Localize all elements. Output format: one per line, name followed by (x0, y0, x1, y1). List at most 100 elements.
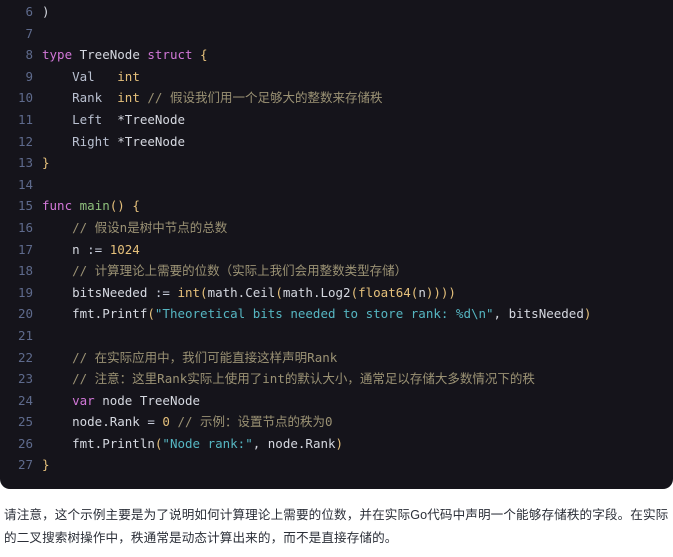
code-line: 9 Val int (0, 66, 673, 88)
code-line: 8 type TreeNode struct { (0, 44, 673, 66)
token-com: // 在实际应用中，我们可能直接这样声明Rank (42, 349, 338, 365)
line-number: 24 (17, 392, 33, 408)
token-punc: )))) (425, 284, 456, 300)
code-line-text: // 假设n是树中节点的总数 (33, 217, 227, 239)
code-line-text: n := 1024 (33, 239, 140, 261)
token-plain: *TreeNode (117, 111, 185, 127)
code-line-text: var node TreeNode (33, 390, 200, 412)
code-line: 7 (0, 23, 673, 45)
token-plain: n (418, 284, 426, 300)
code-line-text: func main() { (33, 195, 140, 217)
code-line-text: } (33, 152, 50, 174)
token-field: Val (42, 68, 118, 84)
code-line-text: Rank int // 假设我们用一个足够大的整数来存储秩 (33, 87, 382, 109)
code-line: 23 // 注意：这里Rank实际上使用了int的默认大小，通常足以存储大多数情… (0, 368, 673, 390)
line-number: 7 (25, 25, 33, 41)
line-number: 16 (17, 219, 33, 235)
code-line: 27} (0, 454, 673, 476)
token-punc: () { (109, 198, 140, 214)
code-line-text: // 在实际应用中，我们可能直接这样声明Rank (33, 347, 337, 369)
token-punc: ( (147, 306, 155, 322)
token-kw: type (42, 47, 73, 63)
line-number: 18 (17, 263, 33, 279)
token-type: int (117, 68, 140, 84)
token-field: Left (42, 111, 118, 127)
line-number: 25 (17, 414, 33, 430)
code-line-text: } (33, 454, 50, 476)
line-number: 14 (17, 176, 33, 192)
token-op: := (154, 284, 178, 300)
code-line: 18 // 计算理论上需要的位数（实际上我们会用整数类型存储） (0, 260, 673, 282)
code-line-text: type TreeNode struct { (33, 44, 208, 66)
code-line: 11 Left *TreeNode (0, 109, 673, 131)
token-plain: node.Rank (42, 414, 148, 430)
token-type: int (177, 284, 201, 300)
caption-container: 请注意，这个示例主要是为了说明如何计算理论上需要的位数，并在实际Go代码中声明一… (0, 489, 673, 550)
token-com: // 假设我们用一个足够大的整数来存储秩 (139, 90, 383, 106)
token-field: Right (42, 133, 118, 149)
token-type: float64 (358, 284, 411, 300)
code-line: 16 // 假设n是树中节点的总数 (0, 217, 673, 239)
line-number: 19 (17, 284, 33, 300)
line-number: 12 (17, 133, 33, 149)
line-number: 13 (17, 155, 33, 171)
code-line-text: Val int (33, 66, 140, 88)
token-punc: ( (200, 284, 208, 300)
line-number: 11 (17, 111, 33, 127)
line-number: 26 (17, 435, 33, 451)
code-line: 24 var node TreeNode (0, 390, 673, 412)
code-line-text: bitsNeeded := int(math.Ceil(math.Log2(fl… (33, 282, 456, 304)
line-number: 23 (17, 371, 33, 387)
token-plain: , bitsNeeded (493, 306, 584, 322)
token-kw: var (72, 392, 95, 408)
code-line: 21 (0, 325, 673, 347)
code-line-text: node.Rank = 0 // 示例：设置节点的秩为0 (33, 411, 333, 433)
line-number: 21 (17, 327, 33, 343)
code-line: 6) (0, 1, 673, 23)
token-com: // 计算理论上需要的位数（实际上我们会用整数类型存储） (42, 263, 408, 279)
code-line-text: // 注意：这里Rank实际上使用了int的默认大小，通常足以存储大多数情况下的… (33, 368, 535, 390)
token-plain: ) (42, 4, 50, 19)
line-number: 10 (17, 90, 33, 106)
line-number: 6 (25, 4, 33, 19)
token-op: := (87, 241, 110, 257)
token-plain: , node.Rank (252, 435, 336, 451)
line-number: 8 (25, 47, 33, 63)
token-plain: math.Ceil (207, 284, 276, 300)
token-plain: bitsNeeded (42, 284, 155, 300)
token-punc: } (42, 155, 50, 171)
code-block[interactable]: 6) 7 8 type TreeNode struct {9 Val int 10 Ra… (0, 0, 673, 489)
token-fn: main (79, 198, 110, 214)
code-line-text: fmt.Println("Node rank:", node.Rank) (33, 433, 343, 455)
token-type: int (117, 90, 140, 106)
line-number: 17 (17, 241, 33, 257)
token-plain: node TreeNode (94, 392, 201, 408)
code-line-text: // 计算理论上需要的位数（实际上我们会用整数类型存储） (33, 260, 407, 282)
code-line: 14 (0, 174, 673, 196)
token-plain: fmt.Println (42, 435, 155, 451)
token-punc: ) (335, 435, 344, 451)
caption-section: 请注意，这个示例主要是为了说明如何计算理论上需要的位数，并在实际Go代码中声明一… (0, 489, 673, 550)
token-field: Rank (42, 90, 118, 106)
token-num: 1024 (109, 241, 140, 257)
token-com: // 假设n是树中节点的总数 (42, 219, 228, 235)
code-line-text: ) (33, 1, 50, 23)
token-punc: ( (275, 284, 283, 300)
token-com: // 示例：设置节点的秩为0 (169, 414, 333, 430)
line-number: 27 (17, 457, 33, 473)
code-line: 17 n := 1024 (0, 239, 673, 261)
token-punc: { (192, 47, 208, 63)
token-str: "Node rank:" (162, 435, 253, 451)
line-number: 22 (17, 349, 33, 365)
code-line: 10 Rank int // 假设我们用一个足够大的整数来存储秩 (0, 87, 673, 109)
token-plain: n (42, 241, 88, 257)
token-num: 0 (162, 414, 170, 430)
code-line-text: Left *TreeNode (33, 109, 185, 131)
token-kw: func (42, 198, 73, 214)
token-com: // 注意：这里Rank实际上使用了int的默认大小，通常足以存储大多数情况下的… (42, 371, 535, 387)
line-number: 20 (17, 306, 33, 322)
token-str: "Theoretical bits needed to store rank: … (154, 306, 494, 322)
token-punc: ( (350, 284, 359, 300)
